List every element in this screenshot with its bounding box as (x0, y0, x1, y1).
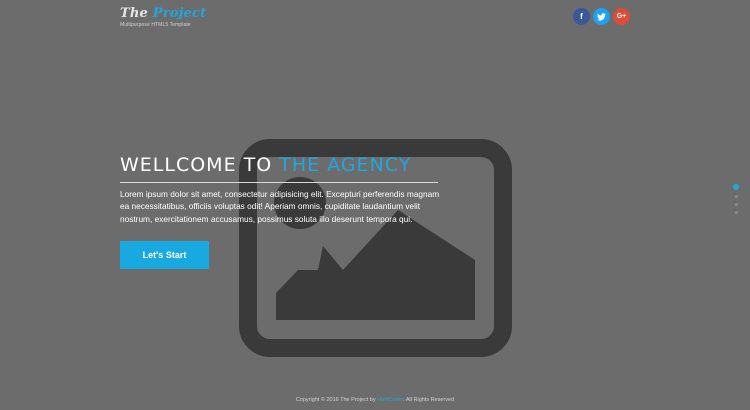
google-plus-icon: G+ (616, 13, 627, 20)
social-links: f G+ (573, 8, 630, 25)
facebook-button[interactable]: f (573, 8, 590, 25)
hero-section: WELLCOME TO THE AGENCY Lorem ipsum dolor… (120, 154, 450, 269)
slider-dot-4[interactable] (734, 211, 738, 214)
logo-title-main: The (120, 6, 153, 21)
footer-suffix: . All Rights Reserved (403, 397, 455, 403)
logo-title: The Project (120, 6, 206, 21)
google-plus-button[interactable]: G+ (613, 8, 630, 25)
hero-divider (120, 182, 438, 183)
slider-dot-1[interactable] (733, 184, 739, 190)
slider-dot-3[interactable] (734, 203, 738, 206)
hero-heading: WELLCOME TO THE AGENCY (120, 154, 450, 176)
footer-prefix: Copyright © 2016 The Project by (295, 397, 378, 403)
lets-start-button[interactable]: Let's Start (120, 240, 209, 269)
hero-heading-accent: THE AGENCY (279, 154, 412, 176)
hero-description: Lorem ipsum dolor sit amet, consectetur … (120, 189, 440, 224)
slider-dots (733, 184, 739, 214)
facebook-icon: f (580, 12, 583, 21)
slider-dot-2[interactable] (734, 195, 738, 198)
twitter-icon (597, 12, 606, 21)
logo-title-accent: Project (152, 6, 207, 21)
twitter-button[interactable] (593, 8, 610, 25)
page: The Project Multipurpose HTML5 Template … (0, 0, 750, 410)
footer-copyright: Copyright © 2016 The Project by HtmlCode… (0, 397, 750, 403)
hero-heading-main: WELLCOME TO (120, 154, 280, 176)
footer-author-link[interactable]: HtmlCoder (377, 397, 403, 403)
site-logo[interactable]: The Project Multipurpose HTML5 Template (120, 6, 206, 28)
logo-tagline: Multipurpose HTML5 Template (120, 22, 191, 28)
